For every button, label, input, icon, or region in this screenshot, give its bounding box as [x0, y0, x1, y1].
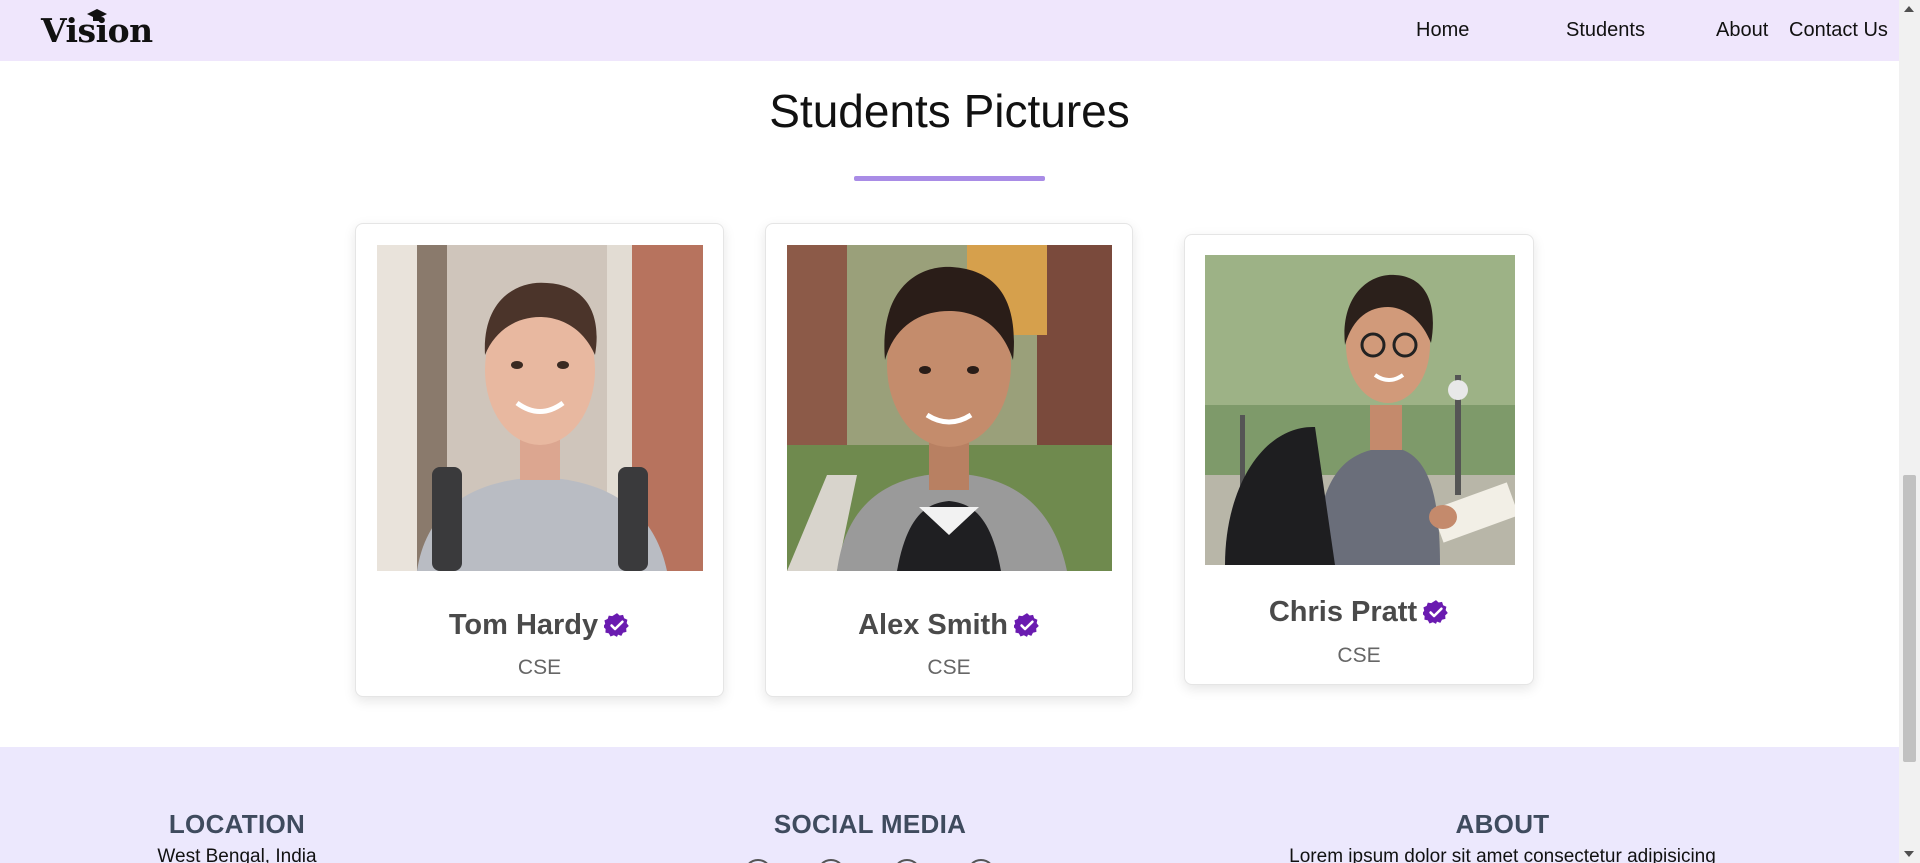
- nav-about[interactable]: About: [1716, 19, 1768, 42]
- student-name-text: Chris Pratt: [1268, 596, 1418, 628]
- student-photo: [1205, 255, 1515, 565]
- student-card-tom: Tom Hardy CSE: [355, 223, 724, 697]
- footer-location-text: West Bengal, India: [157, 846, 317, 863]
- student-photo: [787, 245, 1112, 571]
- footer-location: LOCATION West Bengal, India: [98, 809, 376, 863]
- student-name-text: Tom Hardy: [448, 609, 599, 641]
- scroll-up-arrow-icon[interactable]: [1904, 6, 1914, 12]
- student-photo: [377, 245, 703, 571]
- student-card-chris: Chris Pratt CSE: [1184, 234, 1534, 685]
- title-underline: [854, 176, 1045, 181]
- verified-badge-icon: [604, 613, 629, 637]
- page-title: Students Pictures: [769, 85, 1130, 137]
- footer-about-heading: ABOUT: [1455, 809, 1550, 839]
- student-name-text: Alex Smith: [858, 609, 1008, 641]
- footer: LOCATION West Bengal, India SOCIAL MEDIA…: [0, 747, 1899, 863]
- student-card-alex: Alex Smith CSE: [765, 223, 1133, 697]
- footer-social-heading: SOCIAL MEDIA: [773, 809, 967, 839]
- student-name: Tom Hardy: [356, 609, 723, 642]
- graduation-cap-icon: [87, 9, 107, 21]
- scroll-thumb[interactable]: [1903, 475, 1916, 762]
- footer-location-heading: LOCATION: [168, 809, 306, 839]
- nav-contact[interactable]: Contact Us: [1789, 19, 1888, 42]
- verified-badge-icon: [1013, 613, 1039, 637]
- footer-social: SOCIAL MEDIA: [700, 809, 1040, 863]
- student-dept: CSE: [927, 656, 971, 679]
- footer-about: ABOUT Lorem ipsum dolor sit amet consect…: [1240, 809, 1765, 863]
- student-name: Alex Smith: [766, 609, 1132, 642]
- student-dept: CSE: [1337, 644, 1381, 667]
- navbar: Vision Home Students About Contact Us: [0, 0, 1899, 61]
- nav-students[interactable]: Students: [1566, 19, 1645, 42]
- student-dept: CSE: [517, 656, 562, 679]
- scrollbar[interactable]: [1899, 0, 1920, 863]
- verified-badge-icon: [1423, 600, 1448, 624]
- scroll-down-arrow-icon[interactable]: [1904, 851, 1914, 857]
- student-name: Chris Pratt: [1185, 596, 1533, 629]
- nav-home[interactable]: Home: [1416, 19, 1469, 42]
- footer-about-text: Lorem ipsum dolor sit amet consectetur a…: [1289, 846, 1716, 863]
